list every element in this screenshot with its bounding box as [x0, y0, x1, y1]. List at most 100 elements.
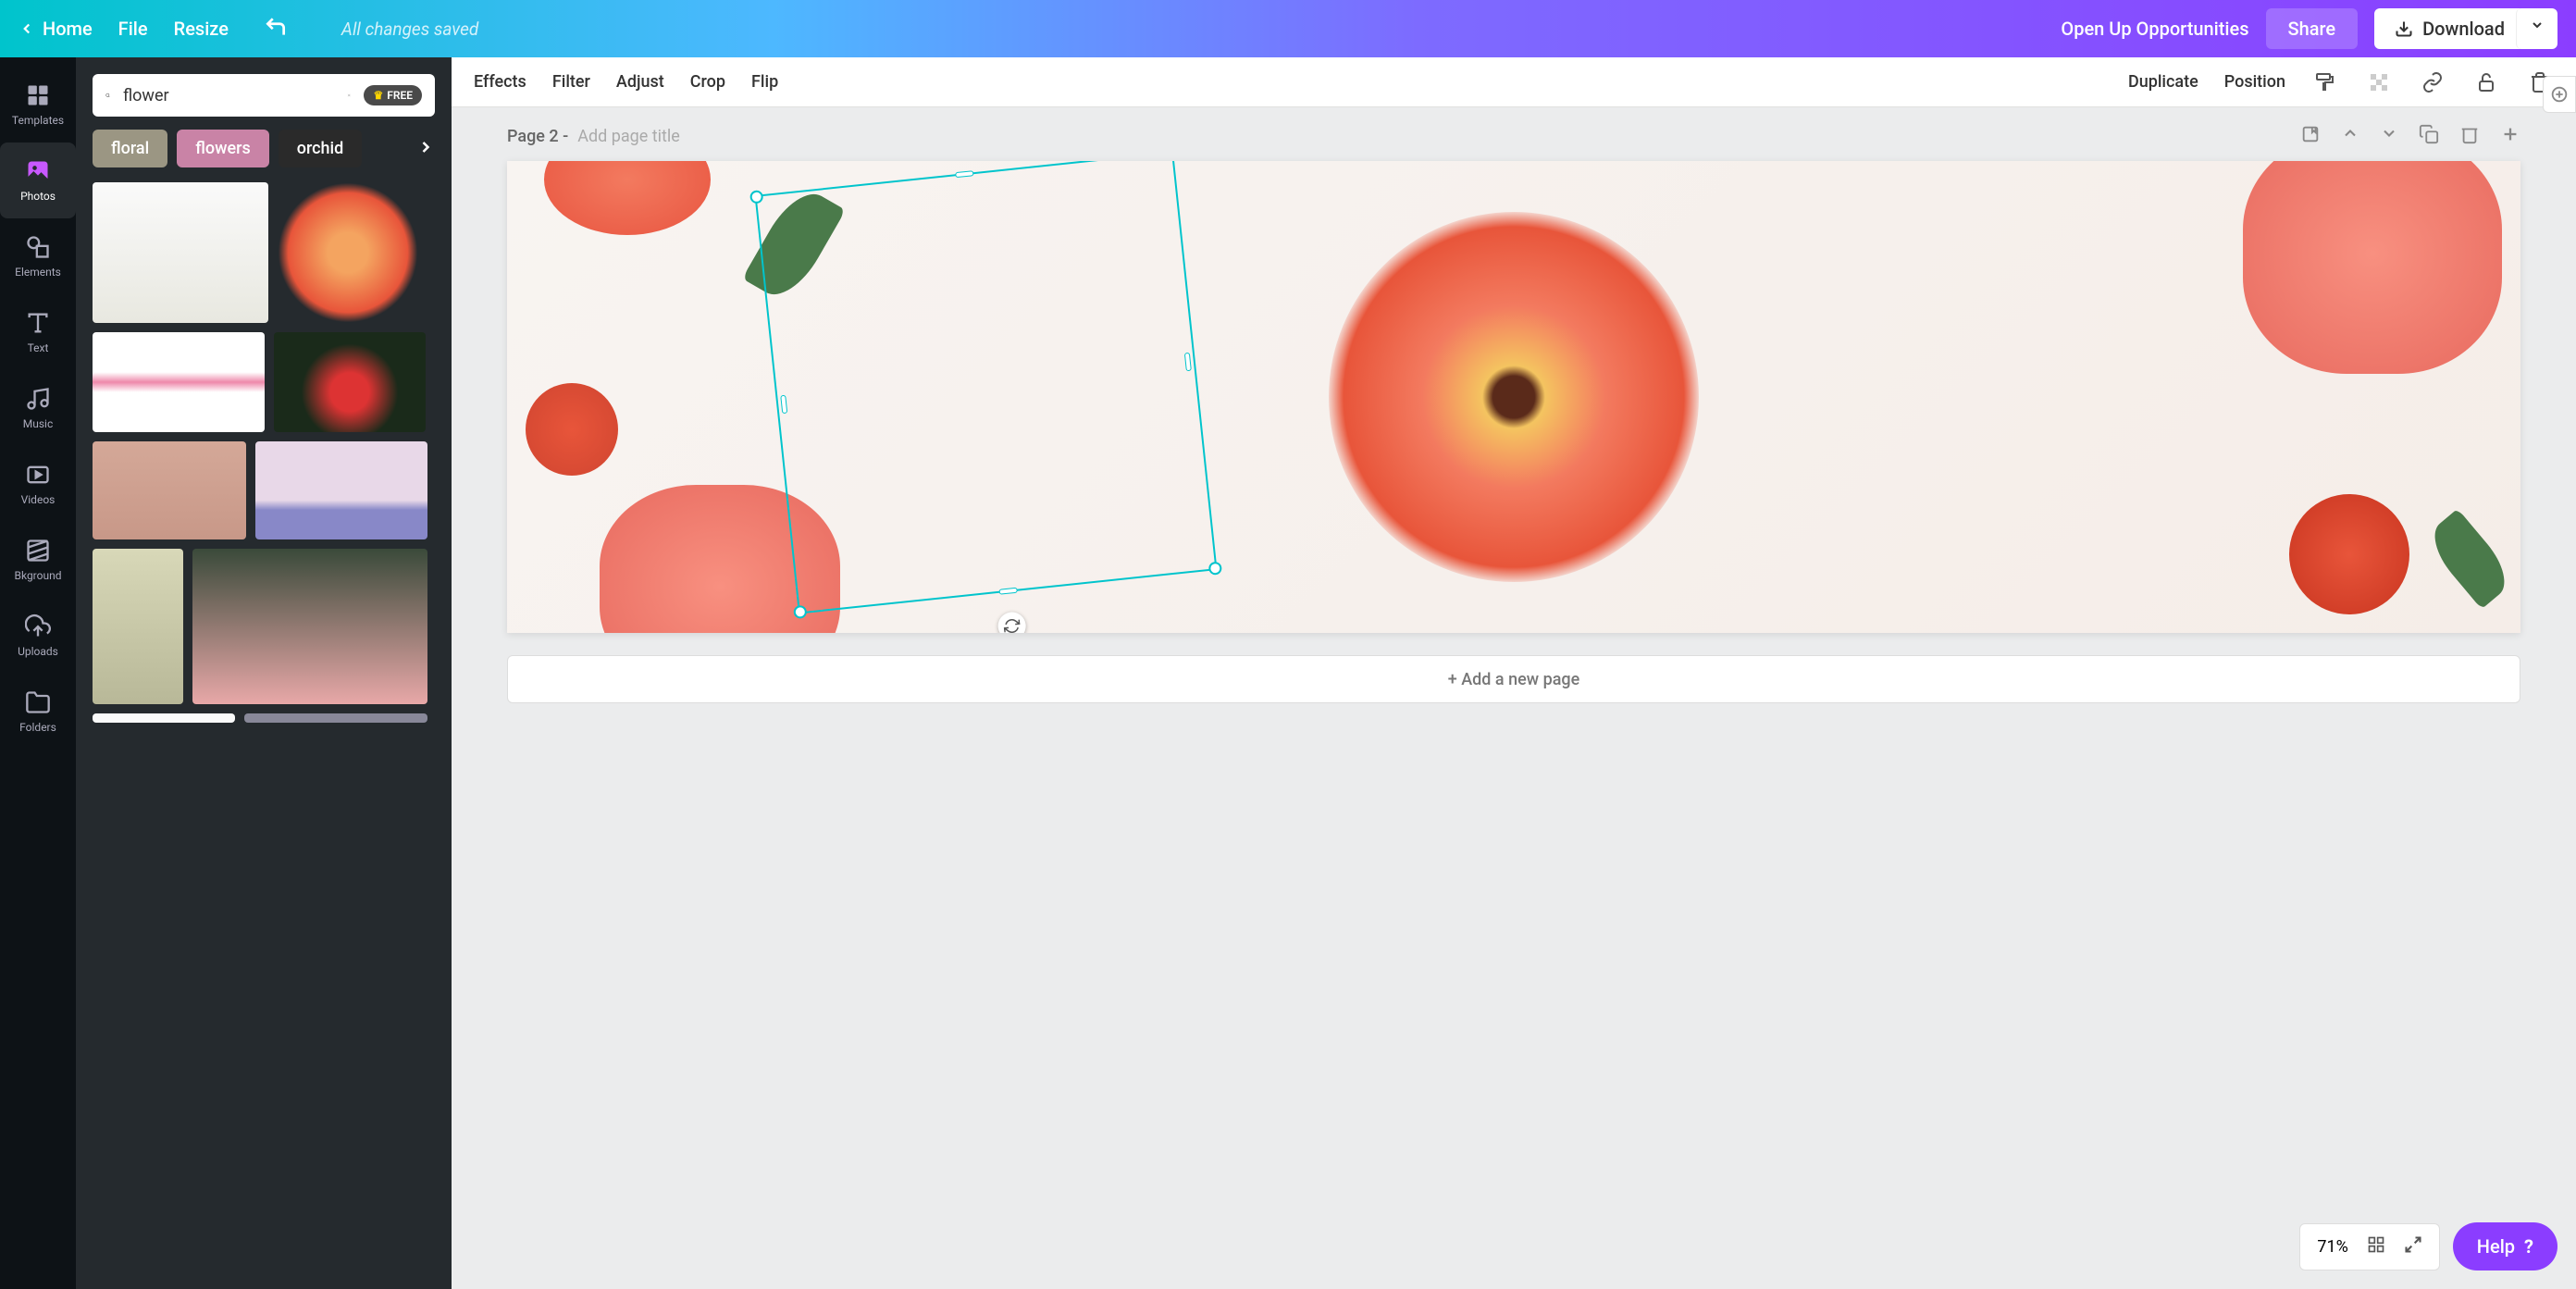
notes-icon	[2300, 124, 2321, 144]
fullscreen-icon	[2404, 1235, 2422, 1254]
chevron-left-icon	[19, 20, 35, 37]
tag-orchid[interactable]: orchid	[279, 130, 363, 167]
chevron-right-icon	[416, 138, 435, 156]
home-label: Home	[43, 18, 93, 40]
clear-search-icon[interactable]	[347, 85, 352, 105]
canvas-area: Effects Filter Adjust Crop Flip Duplicat…	[452, 57, 2576, 1289]
photo-result[interactable]	[255, 441, 427, 539]
music-icon	[25, 386, 51, 412]
photo-result[interactable]	[93, 182, 268, 323]
photos-icon	[25, 158, 51, 184]
photo-result[interactable]	[192, 549, 427, 704]
photo-result[interactable]	[93, 713, 235, 723]
quick-action-button[interactable]	[2543, 76, 2576, 113]
rail-folders[interactable]: Folders	[0, 674, 76, 750]
filter-button[interactable]: Filter	[552, 72, 590, 92]
page-move-up[interactable]	[2341, 124, 2359, 148]
grid-view-button[interactable]	[2367, 1235, 2385, 1258]
photo-result[interactable]	[278, 182, 418, 323]
save-status: All changes saved	[341, 19, 478, 40]
question-icon: ?	[2524, 1235, 2533, 1258]
rail-label: Folders	[19, 721, 56, 734]
rail-photos[interactable]: Photos	[0, 143, 76, 218]
search-bar: ♛ FREE	[93, 74, 435, 117]
page-move-down[interactable]	[2380, 124, 2398, 148]
zoom-controls: 71%	[2299, 1223, 2439, 1270]
download-button[interactable]: Download	[2374, 8, 2525, 49]
elements-icon	[25, 234, 51, 260]
page-duplicate[interactable]	[2419, 124, 2439, 148]
resize-handle-top[interactable]	[955, 170, 974, 178]
tag-flowers[interactable]: flowers	[177, 130, 269, 167]
rail-label: Bkground	[15, 569, 62, 582]
effects-button[interactable]: Effects	[474, 72, 526, 92]
opportunities-link[interactable]: Open Up Opportunities	[2061, 18, 2248, 40]
page-notes-button[interactable]	[2300, 124, 2321, 148]
undo-icon	[264, 15, 288, 39]
resize-handle-right[interactable]	[1184, 352, 1192, 371]
resize-menu[interactable]: Resize	[174, 18, 229, 40]
search-input[interactable]	[123, 86, 334, 105]
photo-result[interactable]	[93, 441, 246, 539]
rail-uploads[interactable]: Uploads	[0, 598, 76, 674]
rail-music[interactable]: Music	[0, 370, 76, 446]
add-page-button[interactable]: + Add a new page	[507, 655, 2520, 703]
file-menu[interactable]: File	[118, 18, 148, 40]
home-button[interactable]: Home	[19, 18, 93, 40]
rail-label: Music	[23, 417, 53, 430]
page-title-input[interactable]: Add page title	[577, 127, 680, 146]
search-icon	[105, 84, 110, 106]
rail-elements[interactable]: Elements	[0, 218, 76, 294]
help-label: Help	[2477, 1235, 2515, 1258]
context-toolbar: Effects Filter Adjust Crop Flip Duplicat…	[452, 57, 2576, 107]
selection-box[interactable]	[754, 161, 1217, 614]
tags-scroll-right[interactable]	[416, 136, 435, 162]
fullscreen-button[interactable]	[2404, 1235, 2422, 1258]
page-add[interactable]	[2500, 124, 2520, 148]
help-button[interactable]: Help ?	[2453, 1222, 2557, 1270]
crown-icon: ♛	[373, 89, 383, 102]
rail-label: Videos	[21, 493, 56, 506]
rail-templates[interactable]: Templates	[0, 67, 76, 143]
page-header: Page 2 - Add page title	[452, 107, 2576, 148]
copy-style-button[interactable]	[2311, 68, 2339, 96]
tag-floral[interactable]: floral	[93, 130, 167, 167]
zoom-level[interactable]: 71%	[2317, 1237, 2347, 1257]
rail-label: Elements	[15, 266, 61, 279]
templates-icon	[25, 82, 51, 108]
rail-label: Uploads	[18, 645, 58, 658]
adjust-button[interactable]: Adjust	[616, 72, 664, 92]
photo-result[interactable]	[274, 332, 426, 432]
transparency-button[interactable]	[2365, 68, 2393, 96]
rail-bkground[interactable]: Bkground	[0, 522, 76, 598]
photo-result[interactable]	[93, 549, 183, 704]
duplicate-button[interactable]: Duplicate	[2128, 72, 2198, 92]
rail-label: Text	[28, 341, 49, 354]
undo-button[interactable]	[264, 15, 288, 43]
resize-handle-tl[interactable]	[749, 190, 763, 204]
position-button[interactable]: Position	[2224, 72, 2285, 92]
side-rail: Templates Photos Elements Text Music Vid…	[0, 57, 76, 1289]
flip-button[interactable]: Flip	[751, 72, 778, 92]
crop-button[interactable]: Crop	[690, 72, 725, 92]
rail-videos[interactable]: Videos	[0, 446, 76, 522]
rotate-icon	[1002, 617, 1021, 633]
lock-button[interactable]	[2472, 68, 2500, 96]
design-canvas[interactable]	[507, 161, 2520, 633]
page-delete[interactable]	[2459, 124, 2480, 148]
videos-icon	[25, 462, 51, 488]
page-number-label: Page 2 -	[507, 127, 568, 146]
link-button[interactable]	[2419, 68, 2446, 96]
transparency-icon	[2368, 71, 2390, 93]
free-filter-pill[interactable]: ♛ FREE	[364, 85, 422, 105]
photo-result[interactable]	[244, 713, 427, 723]
share-button[interactable]: Share	[2266, 8, 2359, 49]
photo-result[interactable]	[93, 332, 265, 432]
download-dropdown[interactable]	[2516, 8, 2557, 49]
photo-results	[93, 182, 435, 723]
grid-icon	[2367, 1235, 2385, 1254]
tag-row: floral flowers orchid	[93, 130, 435, 167]
resize-handle-left[interactable]	[780, 394, 787, 414]
folders-icon	[25, 689, 51, 715]
rail-text[interactable]: Text	[0, 294, 76, 370]
